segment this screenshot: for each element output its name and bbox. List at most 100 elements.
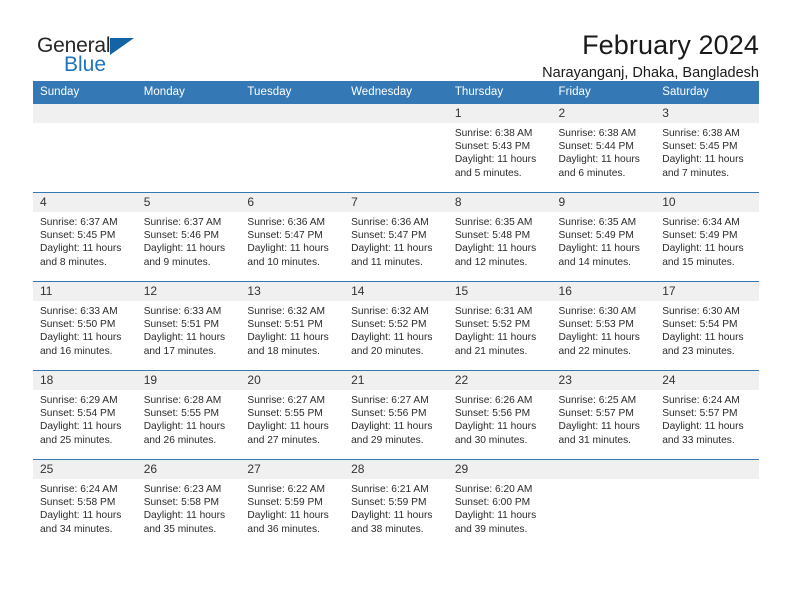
calendar-day-cell[interactable]: 4 Sunrise: 6:37 AM Sunset: 5:45 PM Daylight… (33, 192, 137, 282)
calendar-day-cell[interactable]: 9 Sunrise: 6:35 AM Sunset: 5:49 PM Daylight… (551, 192, 656, 282)
calendar-day-cell[interactable]: 18 Sunrise: 6:29 AM Sunset: 5:54 PM Dayligh… (33, 370, 137, 460)
day-number: 5 (136, 193, 241, 212)
sunrise-text: Sunrise: 6:22 AM (247, 484, 325, 495)
calendar-day-cell-empty (136, 103, 241, 193)
day-sun-info: Sunrise: 6:38 AM Sunset: 5:44 PM Daylight:… (552, 123, 656, 180)
calendar-day-cell[interactable]: 25 Sunrise: 6:24 AM Sunset: 5:58 PM Dayligh… (33, 459, 137, 549)
daylight-text: Daylight: 11 hours and 34 minutes. (40, 510, 122, 535)
calendar-day-cell[interactable]: 21 Sunrise: 6:27 AM Sunset: 5:56 PM Dayligh… (344, 370, 448, 460)
calendar-week-row: 18 Sunrise: 6:29 AM Sunset: 5:54 PM Dayligh… (33, 370, 759, 460)
daylight-text: Daylight: 11 hours and 17 minutes. (143, 332, 226, 357)
daylight-text: Daylight: 11 hours and 22 minutes. (558, 332, 640, 357)
sunrise-text: Sunrise: 6:30 AM (558, 306, 637, 317)
brand-logo[interactable]: General Blue (33, 28, 148, 76)
day-number: 10 (655, 193, 759, 212)
calendar-day-cell[interactable]: 5 Sunrise: 6:37 AM Sunset: 5:46 PM Daylight… (136, 192, 241, 282)
calendar-body: 1 Sunrise: 6:38 AM Sunset: 5:43 PM Daylight… (33, 103, 759, 549)
sunset-text: Sunset: 5:46 PM (143, 230, 220, 242)
calendar-day-cell[interactable]: 22 Sunrise: 6:26 AM Sunset: 5:56 PM Dayligh… (447, 370, 552, 460)
location-subtitle: Narayanganj, Dhaka, Bangladesh (542, 65, 759, 82)
calendar-day-cell[interactable]: 12 Sunrise: 6:33 AM Sunset: 5:51 PM Dayligh… (136, 281, 241, 371)
day-number (551, 460, 656, 479)
day-sun-info: Sunrise: 6:30 AM Sunset: 5:53 PM Daylight:… (552, 301, 656, 358)
sunset-text: Sunset: 5:48 PM (454, 230, 531, 242)
sunrise-text: Sunrise: 6:24 AM (662, 395, 740, 406)
day-number (655, 460, 759, 479)
daylight-text: Daylight: 11 hours and 14 minutes. (558, 243, 640, 268)
sunset-text: Sunset: 6:00 PM (454, 497, 531, 509)
calendar-week-row: 25 Sunrise: 6:24 AM Sunset: 5:58 PM Dayligh… (33, 459, 759, 549)
sunset-text: Sunset: 5:50 PM (40, 319, 116, 331)
sunset-text: Sunset: 5:52 PM (454, 319, 531, 331)
day-sun-info: Sunrise: 6:30 AM Sunset: 5:54 PM Daylight:… (655, 301, 759, 358)
day-sun-info: Sunrise: 6:24 AM Sunset: 5:57 PM Daylight:… (655, 390, 759, 447)
sunrise-text: Sunrise: 6:37 AM (40, 217, 118, 228)
calendar-day-cell[interactable]: 3 Sunrise: 6:38 AM Sunset: 5:45 PM Daylight… (655, 103, 759, 193)
day-number: 17 (655, 282, 759, 301)
calendar-day-cell[interactable]: 2 Sunrise: 6:38 AM Sunset: 5:44 PM Daylight… (551, 103, 656, 193)
day-number: 21 (344, 371, 448, 390)
day-number: 11 (33, 282, 137, 301)
calendar-day-cell[interactable]: 11 Sunrise: 6:33 AM Sunset: 5:50 PM Dayligh… (33, 281, 137, 371)
calendar-header-row: Sunday Monday Tuesday Wednesday Thursday Frid… (33, 81, 759, 104)
calendar-day-cell[interactable]: 27 Sunrise: 6:22 AM Sunset: 5:59 PM Dayligh… (240, 459, 345, 549)
daylight-text: Daylight: 11 hours and 12 minutes. (454, 243, 537, 268)
calendar-day-cell[interactable]: 1 Sunrise: 6:38 AM Sunset: 5:43 PM Daylight… (447, 103, 552, 193)
calendar-day-cell[interactable]: 20 Sunrise: 6:27 AM Sunset: 5:55 PM Dayligh… (240, 370, 345, 460)
day-sun-info: Sunrise: 6:34 AM Sunset: 5:49 PM Daylight:… (655, 212, 759, 269)
day-number (33, 104, 137, 123)
day-sun-info: Sunrise: 6:35 AM Sunset: 5:48 PM Daylight:… (448, 212, 552, 269)
calendar-day-cell[interactable]: 7 Sunrise: 6:36 AM Sunset: 5:47 PM Daylight… (344, 192, 448, 282)
day-sun-info: Sunrise: 6:33 AM Sunset: 5:51 PM Daylight:… (137, 301, 241, 358)
day-number: 26 (136, 460, 241, 479)
calendar-day-cell[interactable]: 26 Sunrise: 6:23 AM Sunset: 5:58 PM Dayligh… (136, 459, 241, 549)
sunset-text: Sunset: 5:57 PM (558, 408, 634, 420)
sunset-text: Sunset: 5:49 PM (558, 230, 634, 242)
calendar-page: General Blue February 2024 Narayanganj, … (0, 0, 792, 612)
calendar-day-cell[interactable]: 14 Sunrise: 6:32 AM Sunset: 5:52 PM Dayligh… (344, 281, 448, 371)
day-number: 7 (344, 193, 448, 212)
calendar-day-cell[interactable]: 23 Sunrise: 6:25 AM Sunset: 5:57 PM Dayligh… (551, 370, 656, 460)
day-number: 20 (240, 371, 345, 390)
brand-triangle-icon (110, 38, 134, 55)
day-number: 25 (33, 460, 137, 479)
calendar-day-cell[interactable]: 28 Sunrise: 6:21 AM Sunset: 5:59 PM Dayligh… (344, 459, 448, 549)
calendar-day-cell[interactable]: 15 Sunrise: 6:31 AM Sunset: 5:52 PM Dayligh… (447, 281, 552, 371)
day-number: 4 (33, 193, 137, 212)
day-sun-info: Sunrise: 6:32 AM Sunset: 5:52 PM Daylight:… (344, 301, 448, 358)
sunset-text: Sunset: 5:58 PM (143, 497, 220, 509)
day-sun-info: Sunrise: 6:25 AM Sunset: 5:57 PM Daylight:… (552, 390, 656, 447)
calendar-day-cell-empty (33, 103, 137, 193)
sunrise-text: Sunrise: 6:28 AM (143, 395, 222, 406)
day-sun-info: Sunrise: 6:31 AM Sunset: 5:52 PM Daylight:… (448, 301, 552, 358)
sunset-text: Sunset: 5:43 PM (454, 141, 531, 153)
calendar-day-cell[interactable]: 8 Sunrise: 6:35 AM Sunset: 5:48 PM Daylight… (447, 192, 552, 282)
sunrise-text: Sunrise: 6:30 AM (662, 306, 740, 317)
sunset-text: Sunset: 5:56 PM (351, 408, 427, 420)
calendar-day-cell[interactable]: 29 Sunrise: 6:20 AM Sunset: 6:00 PM Dayligh… (447, 459, 552, 549)
sunset-text: Sunset: 5:45 PM (40, 230, 116, 242)
day-sun-info: Sunrise: 6:21 AM Sunset: 5:59 PM Daylight:… (344, 479, 448, 536)
day-number (136, 104, 241, 123)
calendar-day-cell[interactable]: 19 Sunrise: 6:28 AM Sunset: 5:55 PM Dayligh… (136, 370, 241, 460)
sunrise-text: Sunrise: 6:29 AM (40, 395, 118, 406)
day-number: 24 (655, 371, 759, 390)
daylight-text: Daylight: 11 hours and 23 minutes. (662, 332, 744, 357)
calendar-day-cell[interactable]: 16 Sunrise: 6:30 AM Sunset: 5:53 PM Dayligh… (551, 281, 656, 371)
calendar-day-cell[interactable]: 13 Sunrise: 6:32 AM Sunset: 5:51 PM Dayligh… (240, 281, 345, 371)
calendar-day-cell[interactable]: 24 Sunrise: 6:24 AM Sunset: 5:57 PM Dayligh… (655, 370, 759, 460)
sunset-text: Sunset: 5:54 PM (662, 319, 738, 331)
calendar-day-cell[interactable]: 6 Sunrise: 6:36 AM Sunset: 5:47 PM Daylight… (240, 192, 345, 282)
calendar-day-cell-empty (240, 103, 345, 193)
day-number: 8 (447, 193, 552, 212)
calendar-day-cell[interactable]: 10 Sunrise: 6:34 AM Sunset: 5:49 PM Dayligh… (655, 192, 759, 282)
sunset-text: Sunset: 5:56 PM (454, 408, 531, 420)
sunrise-text: Sunrise: 6:33 AM (40, 306, 118, 317)
sunrise-text: Sunrise: 6:38 AM (558, 128, 637, 139)
calendar-day-cell[interactable]: 17 Sunrise: 6:30 AM Sunset: 5:54 PM Dayligh… (655, 281, 759, 371)
daylight-text: Daylight: 11 hours and 38 minutes. (351, 510, 433, 535)
day-number: 19 (136, 371, 241, 390)
sunset-text: Sunset: 5:44 PM (558, 141, 634, 153)
day-sun-info: Sunrise: 6:27 AM Sunset: 5:56 PM Daylight:… (344, 390, 448, 447)
daylight-text: Daylight: 11 hours and 30 minutes. (454, 421, 537, 446)
